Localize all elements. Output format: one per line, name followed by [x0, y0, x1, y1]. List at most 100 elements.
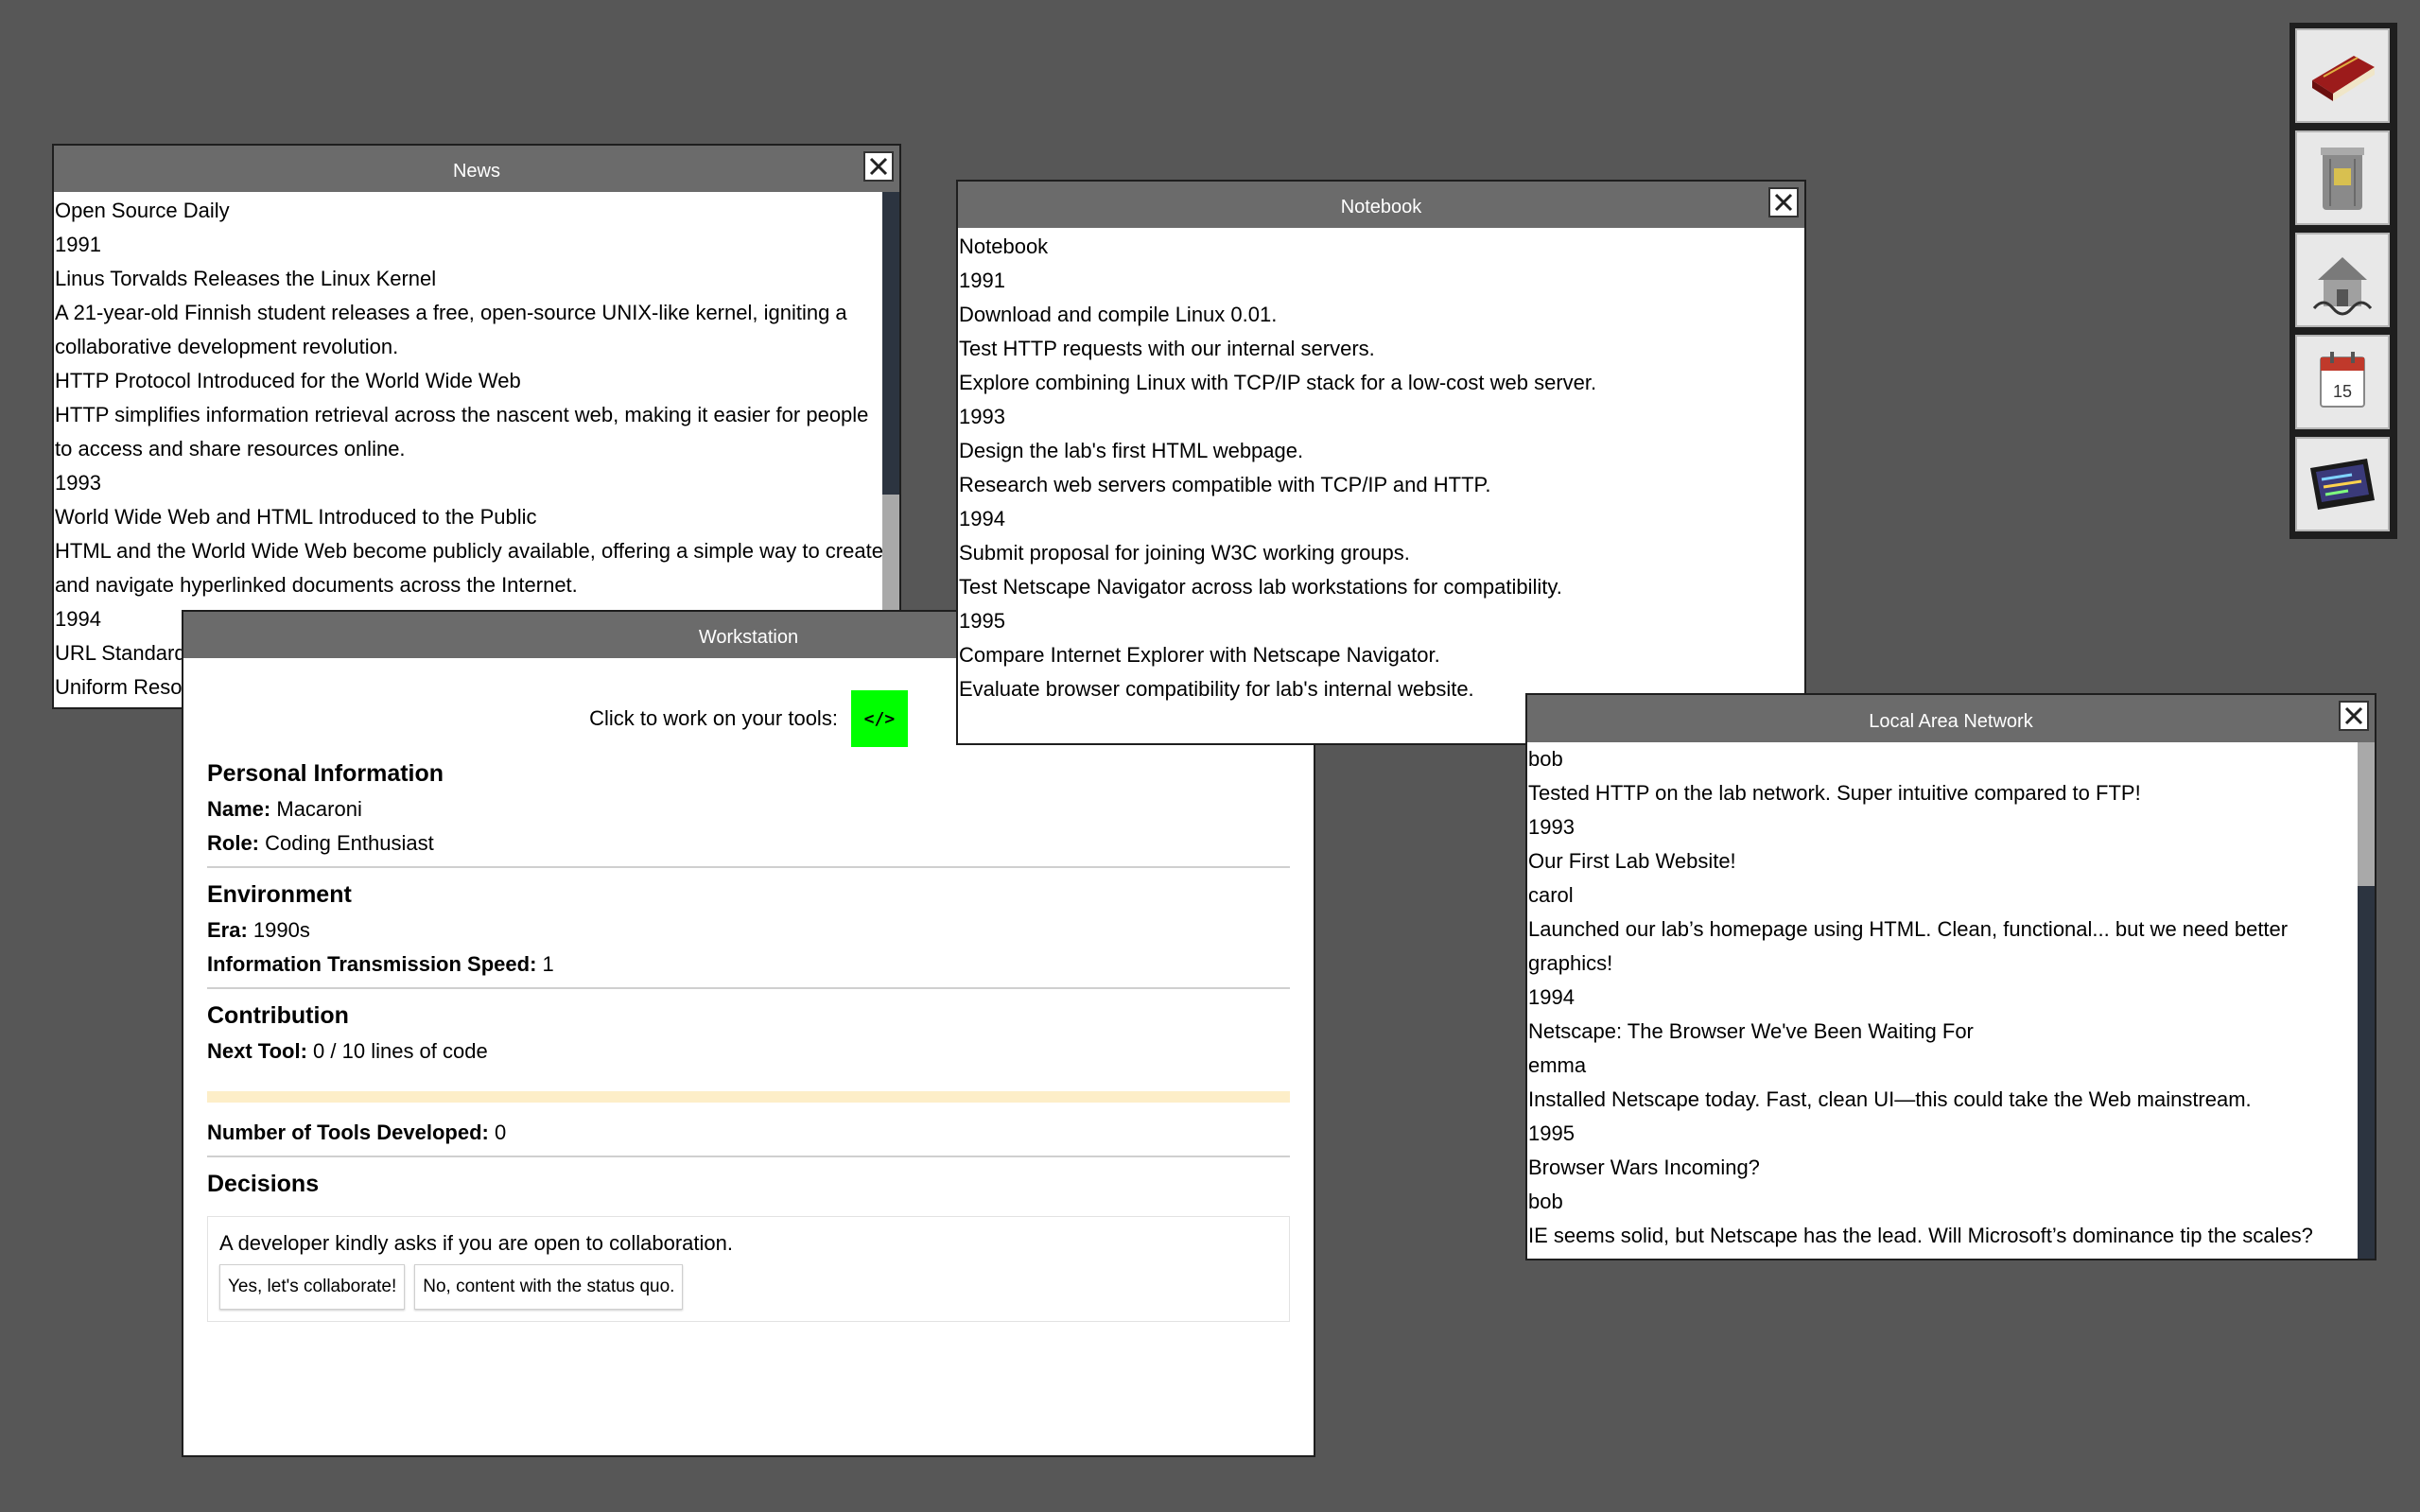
dock-workstation-button[interactable] — [2295, 437, 2390, 531]
name-label: Name: — [207, 797, 271, 821]
dock-trash-button[interactable] — [2295, 130, 2390, 225]
lan-line: 1994 — [1528, 985, 1575, 1009]
close-icon — [869, 157, 888, 176]
speed-label: Information Transmission Speed: — [207, 952, 537, 976]
news-line: World Wide Web and HTML Introduced to th… — [55, 505, 537, 529]
lan-line: Tested HTTP on the lab network. Super in… — [1528, 781, 2141, 805]
environment-heading: Environment — [207, 881, 352, 908]
decision-buttons: Yes, let's collaborate! No, content with… — [219, 1264, 1278, 1310]
news-line: Open Source Daily — [55, 199, 230, 222]
contribution-heading: Contribution — [207, 1002, 349, 1029]
calendar-day: 15 — [2333, 382, 2352, 401]
name-field: Name: Macaroni — [207, 792, 1290, 826]
notebook-line: Test HTTP requests with our internal ser… — [959, 337, 1375, 360]
role-label: Role: — [207, 831, 259, 855]
lan-line: Launched our lab’s homepage using HTML. … — [1528, 917, 2289, 975]
lan-line: 1993 — [1528, 815, 1575, 839]
code-icon: </> — [863, 708, 896, 729]
news-line: Linus Torvalds Releases the Linux Kernel — [55, 267, 437, 290]
decision-card: A developer kindly asks if you are open … — [207, 1216, 1290, 1322]
notebook-title: Notebook — [1340, 197, 1422, 217]
lan-title: Local Area Network — [1869, 711, 2033, 732]
news-line: HTTP Protocol Introduced for the World W… — [55, 369, 521, 392]
notebook-line: Explore combining Linux with TCP/IP stac… — [959, 371, 1597, 394]
divider — [207, 987, 1290, 989]
era-field: Era: 1990s — [207, 913, 1290, 947]
tools-developed-field: Number of Tools Developed: 0 — [207, 1116, 1290, 1150]
notebook-line: 1994 — [959, 507, 1005, 530]
news-line: 1993 — [55, 471, 101, 495]
notebook-line: 1991 — [959, 269, 1005, 292]
notebook-close-button[interactable] — [1768, 187, 1799, 217]
lan-scrollbar[interactable] — [2358, 742, 2375, 1259]
calendar-icon: 15 — [2320, 352, 2365, 408]
notebook-line: Compare Internet Explorer with Netscape … — [959, 643, 1440, 667]
lan-line: IE seems solid, but Netscape has the lea… — [1528, 1224, 2313, 1247]
news-line: HTTP simplifies information retrieval ac… — [55, 403, 869, 461]
lan-close-button[interactable] — [2339, 701, 2369, 731]
dock-calendar-button[interactable]: 15 — [2295, 335, 2390, 429]
tools-prompt: Click to work on your tools: — [589, 706, 838, 730]
lan-line: carol — [1528, 883, 1574, 907]
divider — [207, 1156, 1290, 1157]
next-tool-progress-bar — [207, 1091, 1290, 1103]
lan-line: Netscape: The Browser We've Been Waiting… — [1528, 1019, 1974, 1043]
notebook-titlebar[interactable]: Notebook — [958, 182, 1804, 228]
work-on-tools-button[interactable]: </> — [850, 690, 908, 747]
lan-line: bob — [1528, 1190, 1563, 1213]
news-line: HTML and the World Wide Web become publi… — [55, 539, 883, 597]
notebook-line: 1995 — [959, 609, 1005, 633]
terminal-icon — [2310, 459, 2375, 510]
role-value: Coding Enthusiast — [265, 831, 434, 855]
lan-line: 1995 — [1528, 1121, 1575, 1145]
speed-value: 1 — [542, 952, 554, 976]
notebook-line: Notebook — [959, 235, 1049, 258]
workstation-title: Workstation — [698, 627, 799, 648]
era-label: Era: — [207, 918, 248, 942]
book-icon — [2312, 56, 2375, 101]
lan-titlebar[interactable]: Local Area Network — [1527, 695, 2375, 742]
lan-content[interactable]: bob Tested HTTP on the lab network. Supe… — [1527, 742, 2375, 1259]
news-title: News — [452, 161, 500, 182]
notebook-content[interactable]: Notebook 1991 Download and compile Linux… — [958, 228, 1804, 743]
lan-line: bob — [1528, 747, 1563, 771]
divider — [207, 866, 1290, 868]
news-close-button[interactable] — [863, 151, 894, 182]
speed-field: Information Transmission Speed: 1 — [207, 947, 1290, 982]
notebook-line: Test Netscape Navigator across lab works… — [959, 575, 1562, 599]
personal-heading: Personal Information — [207, 760, 444, 787]
app-dock: 15 — [2289, 23, 2397, 539]
dock-news-button[interactable] — [2295, 28, 2390, 123]
notebook-line: 1993 — [959, 405, 1005, 428]
close-icon — [1774, 193, 1793, 212]
name-value: Macaroni — [276, 797, 362, 821]
next-tool-field: Next Tool: 0 / 10 lines of code — [207, 1034, 1290, 1069]
lan-line: Installed Netscape today. Fast, clean UI… — [1528, 1087, 2252, 1111]
lan-window: Local Area Network bob Tested HTTP on th… — [1525, 693, 2376, 1260]
notebook-window: Notebook Notebook 1991 Download and comp… — [956, 180, 1806, 745]
paper-bin-icon — [2321, 148, 2364, 210]
news-line: A 21-year-old Finnish student releases a… — [55, 301, 847, 358]
news-titlebar[interactable]: News — [54, 146, 899, 192]
decision-prompt: A developer kindly asks if you are open … — [219, 1231, 733, 1255]
tools-developed-value: 0 — [494, 1121, 507, 1144]
lan-line: Browser Wars Incoming? — [1528, 1156, 1760, 1179]
workstation-content: Click to work on your tools: </> Persona… — [183, 658, 1314, 1455]
notebook-line: Download and compile Linux 0.01. — [959, 303, 1278, 326]
lan-line: Our First Lab Website! — [1528, 849, 1736, 873]
era-value: 1990s — [252, 918, 310, 942]
news-line: 1991 — [55, 233, 101, 256]
notebook-line: Research web servers compatible with TCP… — [959, 473, 1491, 496]
accept-collaboration-button[interactable]: Yes, let's collaborate! — [219, 1264, 406, 1310]
dock-lan-button[interactable] — [2295, 233, 2390, 327]
role-field: Role: Coding Enthusiast — [207, 826, 1290, 860]
tools-developed-label: Number of Tools Developed: — [207, 1121, 489, 1144]
decisions-heading: Decisions — [207, 1171, 320, 1197]
lan-scroll-thumb[interactable] — [2358, 742, 2375, 886]
close-icon — [2344, 706, 2363, 725]
notebook-line: Design the lab's first HTML webpage. — [959, 439, 1304, 462]
lan-line: emma — [1528, 1053, 1587, 1077]
network-house-icon — [2312, 257, 2373, 316]
next-tool-label: Next Tool: — [207, 1039, 307, 1063]
decline-collaboration-button[interactable]: No, content with the status quo. — [414, 1264, 684, 1310]
